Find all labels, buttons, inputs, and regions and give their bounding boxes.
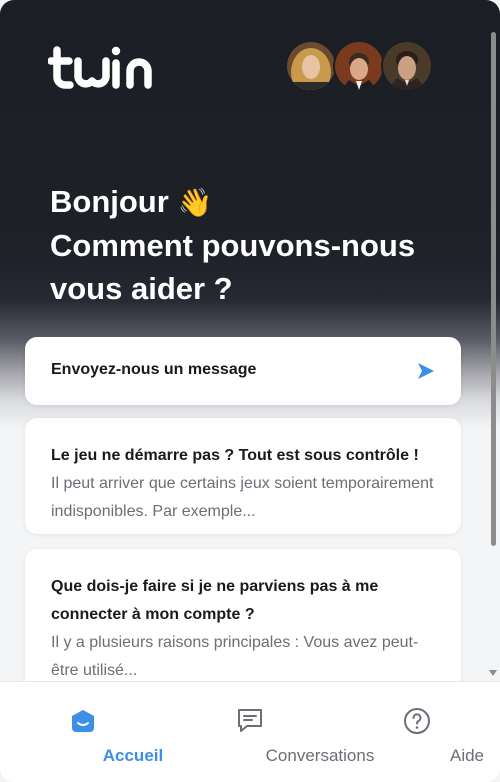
avatar	[381, 40, 433, 92]
avatar	[285, 40, 337, 92]
greeting-line2: Comment pouvons-nous vous aider ?	[50, 228, 416, 306]
team-avatars	[285, 40, 435, 92]
send-message-card[interactable]: Envoyez-nous un message	[25, 337, 461, 405]
send-icon	[418, 363, 434, 379]
bottom-navigation: Accueil Conversations Aide	[0, 681, 500, 782]
scrollbar-thumb[interactable]	[491, 32, 496, 546]
tab-help[interactable]: Aide	[367, 682, 484, 782]
article-title: Que dois-je faire si je ne parviens pas …	[51, 578, 379, 623]
home-icon	[72, 710, 94, 732]
article-snippet: Il peut arriver que certains jeux soient…	[51, 475, 434, 520]
tab-conversations[interactable]: Conversations	[180, 682, 374, 782]
wave-icon: 👋	[177, 186, 213, 219]
scroll-down-arrow-icon[interactable]	[489, 670, 497, 676]
article-title: Le jeu ne démarre pas ? Tout est sous co…	[51, 447, 419, 464]
greeting-line1: Bonjour	[50, 184, 169, 219]
twin-logo	[48, 46, 152, 89]
greeting-heading: Bonjour 👋 Comment pouvons-nous vous aide…	[50, 180, 450, 310]
tab-home[interactable]: Accueil	[33, 682, 163, 782]
chat-icon	[238, 709, 262, 732]
send-message-label: Envoyez-nous un message	[51, 361, 257, 378]
tab-help-label: Aide	[449, 746, 485, 765]
avatar	[333, 40, 385, 92]
messenger-widget: Bonjour 👋 Comment pouvons-nous vous aide…	[0, 0, 500, 782]
tab-home-label: Accueil	[102, 746, 164, 765]
article-snippet: Il y a plusieurs raisons principales : V…	[51, 634, 419, 679]
help-icon	[404, 708, 430, 734]
help-article-card[interactable]: Le jeu ne démarre pas ? Tout est sous co…	[25, 418, 461, 534]
